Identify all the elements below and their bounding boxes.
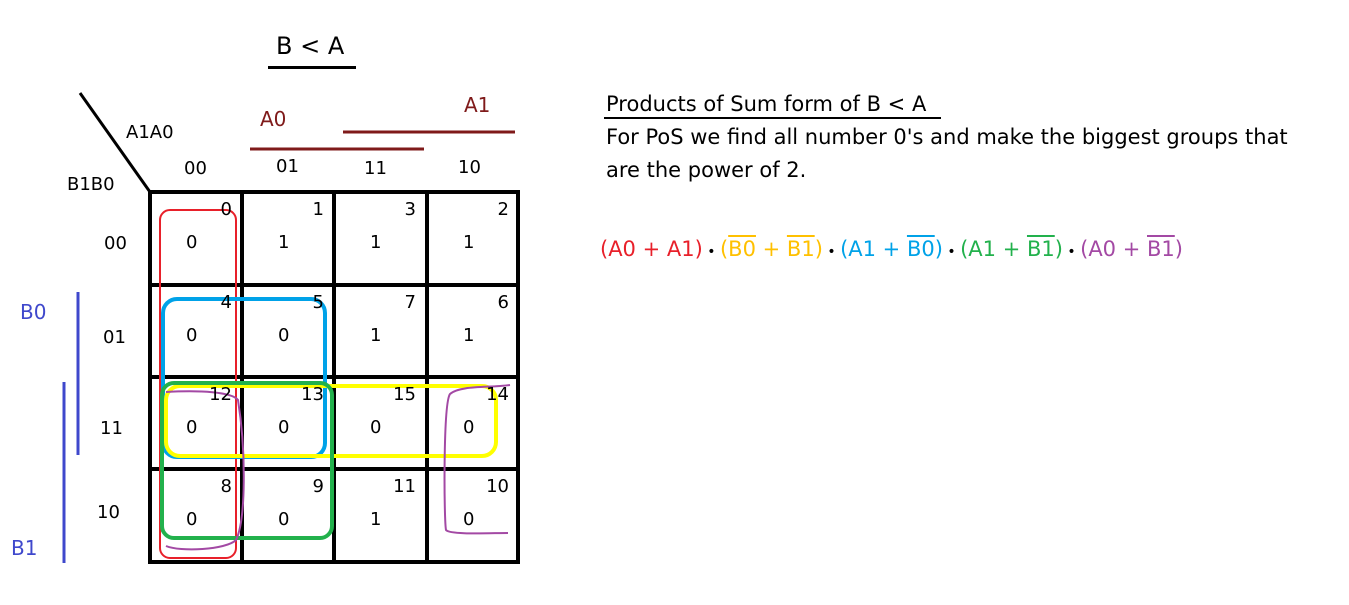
- expression-term: (B0 + B1): [720, 237, 823, 261]
- cell-value: 0: [278, 325, 290, 346]
- cell-value: 1: [370, 325, 382, 346]
- row-header: 00: [104, 233, 127, 254]
- and-dot: •: [822, 244, 841, 260]
- cell-value: 0: [186, 325, 198, 346]
- cell-index: 10: [486, 476, 509, 497]
- cell-index: 8: [220, 476, 232, 497]
- cell-index: 9: [312, 476, 324, 497]
- description-line: are the power of 2.: [606, 158, 807, 182]
- cell-value: 0: [463, 509, 475, 530]
- col-header: 11: [364, 158, 387, 179]
- and-dot: •: [942, 244, 961, 260]
- expression-text: (A1 +: [960, 237, 1027, 261]
- cell-value: 0: [278, 509, 290, 530]
- expression-text: (A0 + A1): [600, 237, 703, 261]
- col-header: 01: [276, 156, 299, 177]
- col-header: 00: [184, 158, 207, 179]
- cell-index: 7: [404, 292, 416, 313]
- cell-value: 0: [186, 417, 198, 438]
- complemented-variable: B0: [728, 237, 756, 261]
- cell-index: 3: [404, 199, 416, 220]
- cell-index: 14: [486, 384, 509, 405]
- complemented-variable: B1: [1147, 237, 1175, 261]
- row-header: 01: [103, 327, 126, 348]
- cell-value: 1: [278, 232, 290, 253]
- cell-value: 0: [186, 232, 198, 253]
- complemented-variable: B1: [1026, 237, 1055, 261]
- expression-text: (A1 +: [840, 237, 907, 261]
- cell-index: 6: [497, 292, 509, 313]
- col-header: 10: [458, 157, 481, 178]
- cell-index: 0: [220, 199, 232, 220]
- cell-index: 15: [393, 384, 416, 405]
- expression-text: ): [1174, 237, 1183, 261]
- cell-index: 5: [312, 292, 324, 313]
- expression-text: (A0 +: [1080, 237, 1147, 261]
- cell-value: 1: [370, 232, 382, 253]
- cell-index: 1: [312, 199, 324, 220]
- label-a0: A0: [260, 107, 287, 131]
- expression-term: (A1 + B0): [840, 237, 943, 261]
- row-header: 11: [100, 418, 123, 439]
- cell-value: 0: [370, 417, 382, 438]
- label-b0: B0: [20, 300, 47, 324]
- pos-expression: (A0 + A1) • (B0 + B1) • (A1 + B0) • (A1 …: [600, 237, 1183, 261]
- and-dot: •: [702, 244, 720, 260]
- col-var-label: A1A0: [126, 122, 174, 143]
- cell-value: 0: [186, 509, 198, 530]
- cell-index: 12: [209, 384, 232, 405]
- cell-value: 1: [463, 325, 475, 346]
- expression-term: (A1 + B1): [960, 237, 1063, 261]
- cell-value: 0: [278, 417, 290, 438]
- expression-text: ): [934, 237, 943, 261]
- expression-text: ): [1054, 237, 1063, 261]
- label-a1: A1: [464, 93, 491, 117]
- cell-index: 11: [393, 476, 416, 497]
- row-header: 10: [97, 502, 120, 523]
- expression-text: ): [814, 237, 823, 261]
- cell-index: 2: [497, 199, 509, 220]
- cell-value: 0: [463, 417, 475, 438]
- cell-index: 13: [301, 384, 324, 405]
- complemented-variable: B1: [786, 237, 815, 261]
- description-line: For PoS we find all number 0's and make …: [606, 125, 1288, 149]
- complemented-variable: B0: [906, 237, 935, 261]
- cell-value: 1: [463, 232, 475, 253]
- expression-text: (: [719, 237, 729, 261]
- row-var-label: B1B0: [67, 174, 115, 195]
- label-b1: B1: [11, 536, 38, 560]
- group-purple-right: [443, 384, 511, 535]
- expression-term: (A0 + A1): [600, 237, 703, 261]
- cell-index: 4: [220, 292, 232, 313]
- pos-description: For PoS we find all number 0's and make …: [606, 121, 1288, 187]
- and-dot: •: [1062, 244, 1081, 260]
- expression-term: (A0 + B1): [1080, 237, 1183, 261]
- expression-text: +: [755, 237, 787, 261]
- cell-value: 1: [370, 509, 382, 530]
- pos-heading: Products of Sum form of B < A: [606, 92, 927, 116]
